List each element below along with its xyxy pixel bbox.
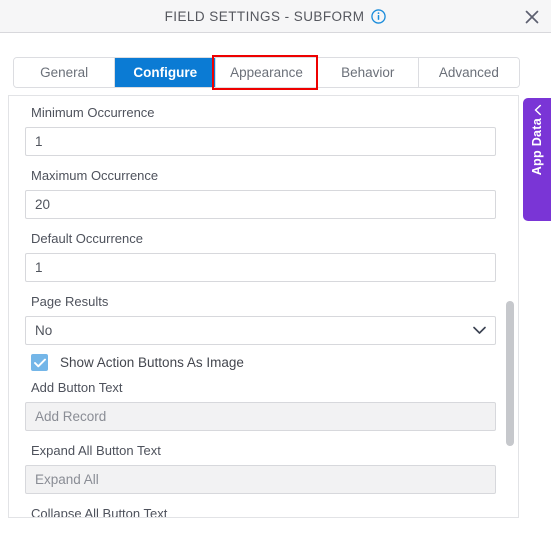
info-circle-icon[interactable]	[371, 8, 387, 24]
configure-form: Minimum Occurrence 1 Maximum Occurrence …	[9, 96, 518, 518]
collapse-all-button-text-label: Collapse All Button Text	[31, 506, 168, 518]
dialog-header: FIELD SETTINGS - SUBFORM	[0, 0, 551, 33]
add-button-text-label: Add Button Text	[31, 380, 123, 395]
field-expand-all-button-text: Expand All Button Text Expand All	[9, 443, 518, 494]
tab-general-label: General	[40, 65, 89, 80]
default-occurrence-label: Default Occurrence	[31, 231, 143, 246]
tab-behavior-label: Behavior	[341, 65, 395, 80]
tab-advanced-label: Advanced	[438, 65, 499, 80]
field-page-results: Page Results No	[9, 294, 518, 345]
app-data-label: App Data	[530, 118, 544, 176]
show-action-buttons-checkbox[interactable]	[31, 354, 48, 371]
maximum-occurrence-input[interactable]: 20	[25, 190, 496, 219]
expand-all-button-text-input[interactable]: Expand All	[25, 465, 496, 494]
settings-content-panel: Minimum Occurrence 1 Maximum Occurrence …	[8, 95, 519, 518]
field-default-occurrence: Default Occurrence 1	[9, 231, 518, 282]
tab-behavior[interactable]: Behavior	[317, 58, 419, 87]
tab-appearance[interactable]: Appearance	[216, 58, 318, 87]
chevron-left-icon	[533, 104, 541, 116]
expand-all-button-text-label: Expand All Button Text	[31, 443, 161, 458]
maximum-occurrence-label: Maximum Occurrence	[31, 168, 159, 183]
app-data-panel-toggle[interactable]: App Data	[523, 98, 551, 221]
add-button-text-input[interactable]: Add Record	[25, 402, 496, 431]
page-results-select[interactable]: No	[25, 316, 496, 345]
field-collapse-all-button-text: Collapse All Button Text Collapse All	[9, 506, 518, 518]
page-results-label: Page Results	[31, 294, 109, 309]
default-occurrence-input[interactable]: 1	[25, 253, 496, 282]
content-scrollbar-thumb[interactable]	[506, 301, 514, 446]
page-title: FIELD SETTINGS - SUBFORM	[164, 8, 365, 24]
tab-configure-label: Configure	[133, 65, 198, 80]
header-title-wrap: FIELD SETTINGS - SUBFORM	[0, 0, 551, 32]
show-action-buttons-label: Show Action Buttons As Image	[60, 354, 244, 370]
settings-tab-bar: General Configure Appearance Behavior Ad…	[13, 57, 520, 88]
check-icon	[33, 358, 46, 367]
page-results-value: No	[35, 323, 53, 338]
minimum-occurrence-input[interactable]: 1	[25, 127, 496, 156]
field-maximum-occurrence: Maximum Occurrence 20	[9, 168, 518, 219]
tab-advanced[interactable]: Advanced	[418, 58, 519, 87]
chevron-down-icon	[473, 323, 486, 338]
content-scrollbar-track[interactable]	[505, 96, 516, 517]
tab-appearance-label: Appearance	[230, 65, 303, 80]
field-minimum-occurrence: Minimum Occurrence 1	[9, 105, 518, 156]
show-action-buttons-row[interactable]: Show Action Buttons As Image	[9, 354, 518, 371]
tab-general[interactable]: General	[14, 58, 116, 87]
close-button[interactable]	[522, 7, 542, 27]
minimum-occurrence-label: Minimum Occurrence	[31, 105, 155, 120]
field-add-button-text: Add Button Text Add Record	[9, 380, 518, 431]
tab-configure[interactable]: Configure	[115, 58, 217, 87]
